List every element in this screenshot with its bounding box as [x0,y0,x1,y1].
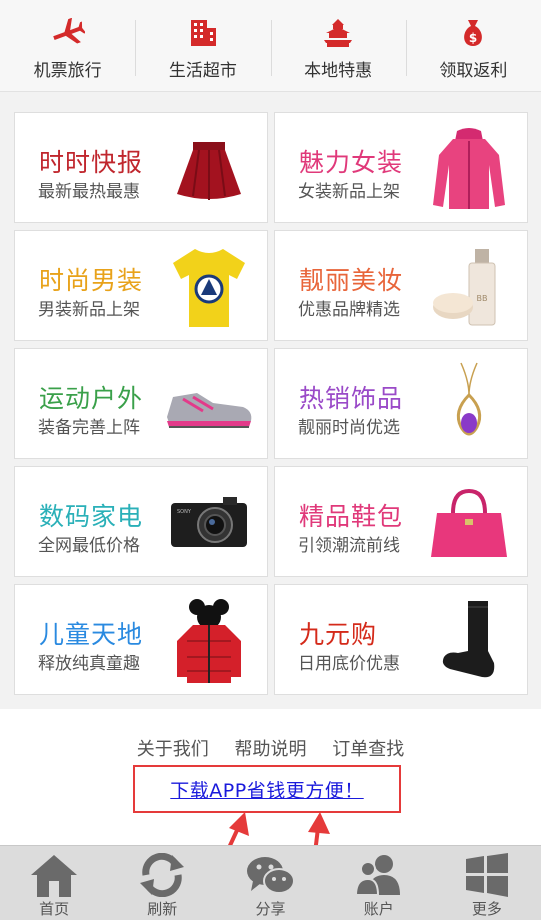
category-title: 九元购 [299,620,378,649]
bottom-tab-bar: 首页 刷新 分享 账户 更多 [0,845,541,920]
pink-hoodie-image [423,125,515,213]
money-bag-icon: $ [456,18,490,48]
category-subtitle: 释放纯真童趣 [38,654,140,674]
airplane-icon [51,18,85,48]
category-subtitle: 装备完善上阵 [38,418,140,438]
building-icon [186,18,220,48]
category-title: 魅力女装 [299,148,404,177]
category-card[interactable]: 热销饰品 靓丽时尚优选 [274,348,528,459]
nav-label: 领取返利 [439,61,508,81]
wechat-icon [245,852,297,898]
download-app-highlight: 下载APP省钱更方便！ [133,765,401,813]
footer-links: 关于我们 帮助说明 订单查找 [0,735,541,761]
category-card[interactable]: 时时快报 最新最热最惠 [14,112,268,223]
category-subtitle: 最新最热最惠 [38,182,140,202]
red-skirt-image [163,125,255,213]
sneaker-image [163,361,255,449]
category-subtitle: 引领潮流前线 [298,536,400,556]
tab-more[interactable]: 更多 [433,846,541,920]
category-title: 热销饰品 [299,384,404,413]
top-nav: 机票旅行 生活超市 本地特惠 $ 领取返利 [0,0,541,92]
category-title: 运动户外 [39,384,144,413]
temple-icon [321,18,355,48]
category-card[interactable]: 运动户外 装备完善上阵 [14,348,268,459]
category-subtitle: 优惠品牌精选 [298,300,400,320]
category-subtitle: 日用底价优惠 [298,654,400,674]
category-subtitle: 靓丽时尚优选 [298,418,400,438]
tab-refresh[interactable]: 刷新 [108,846,216,920]
category-subtitle: 男装新品上架 [38,300,140,320]
nav-label: 生活超市 [168,61,237,81]
nav-item-rebate[interactable]: $ 领取返利 [405,0,541,91]
link-order-lookup[interactable]: 订单查找 [332,739,404,760]
users-icon [353,852,405,898]
category-card[interactable]: 数码家电 全网最低价格 SONY [14,466,268,577]
category-title: 时时快报 [39,148,144,177]
category-title: 儿童天地 [39,620,144,649]
tab-label: 账户 [363,900,394,918]
nav-label: 本地特惠 [304,61,373,81]
pendant-necklace-image [423,361,515,449]
home-icon [28,852,80,898]
svg-text:SONY: SONY [177,509,192,515]
category-card[interactable]: 九元购 日用底价优惠 [274,584,528,695]
tab-share[interactable]: 分享 [216,846,324,920]
category-card[interactable]: 靓丽美妆 优惠品牌精选 BB [274,230,528,341]
category-subtitle: 全网最低价格 [38,536,140,556]
category-card[interactable]: 精品鞋包 引领潮流前线 [274,466,528,577]
yellow-tshirt-image [163,243,255,331]
tab-home[interactable]: 首页 [0,846,108,920]
category-title: 数码家电 [39,502,144,531]
kids-jacket-image [163,597,255,685]
category-title: 精品鞋包 [299,502,404,531]
category-grid: 时时快报 最新最热最惠 魅力女装 女装新品上架 时尚男装 男装新品上架 靓丽美妆… [0,92,541,709]
category-subtitle: 女装新品上架 [298,182,400,202]
tab-label: 首页 [39,900,70,918]
pink-handbag-image [423,479,515,567]
tab-account[interactable]: 账户 [325,846,433,920]
svg-text:BB: BB [477,294,488,303]
link-about-us[interactable]: 关于我们 [137,739,209,760]
refresh-icon [136,852,188,898]
nav-item-local-deals[interactable]: 本地特惠 [270,0,406,91]
windows-icon [461,852,513,898]
category-title: 时尚男装 [39,266,144,295]
black-sock-image [423,597,515,685]
nav-item-supermarket[interactable]: 生活超市 [135,0,270,91]
cosmetics-bottle-image: BB [423,243,515,331]
category-card[interactable]: 儿童天地 释放纯真童趣 [14,584,268,695]
link-help[interactable]: 帮助说明 [235,739,307,760]
svg-text:$: $ [469,31,477,45]
nav-item-flights[interactable]: 机票旅行 [0,0,135,91]
tab-label: 刷新 [147,900,178,918]
nav-label: 机票旅行 [33,61,102,81]
tab-label: 更多 [471,900,502,918]
digital-camera-image: SONY [163,479,255,567]
tab-label: 分享 [255,900,286,918]
category-card[interactable]: 时尚男装 男装新品上架 [14,230,268,341]
category-title: 靓丽美妆 [299,266,404,295]
category-card[interactable]: 魅力女装 女装新品上架 [274,112,528,223]
footer: 关于我们 帮助说明 订单查找 下载APP省钱更方便！ [0,709,541,879]
download-app-link[interactable]: 下载APP省钱更方便！ [170,776,363,803]
